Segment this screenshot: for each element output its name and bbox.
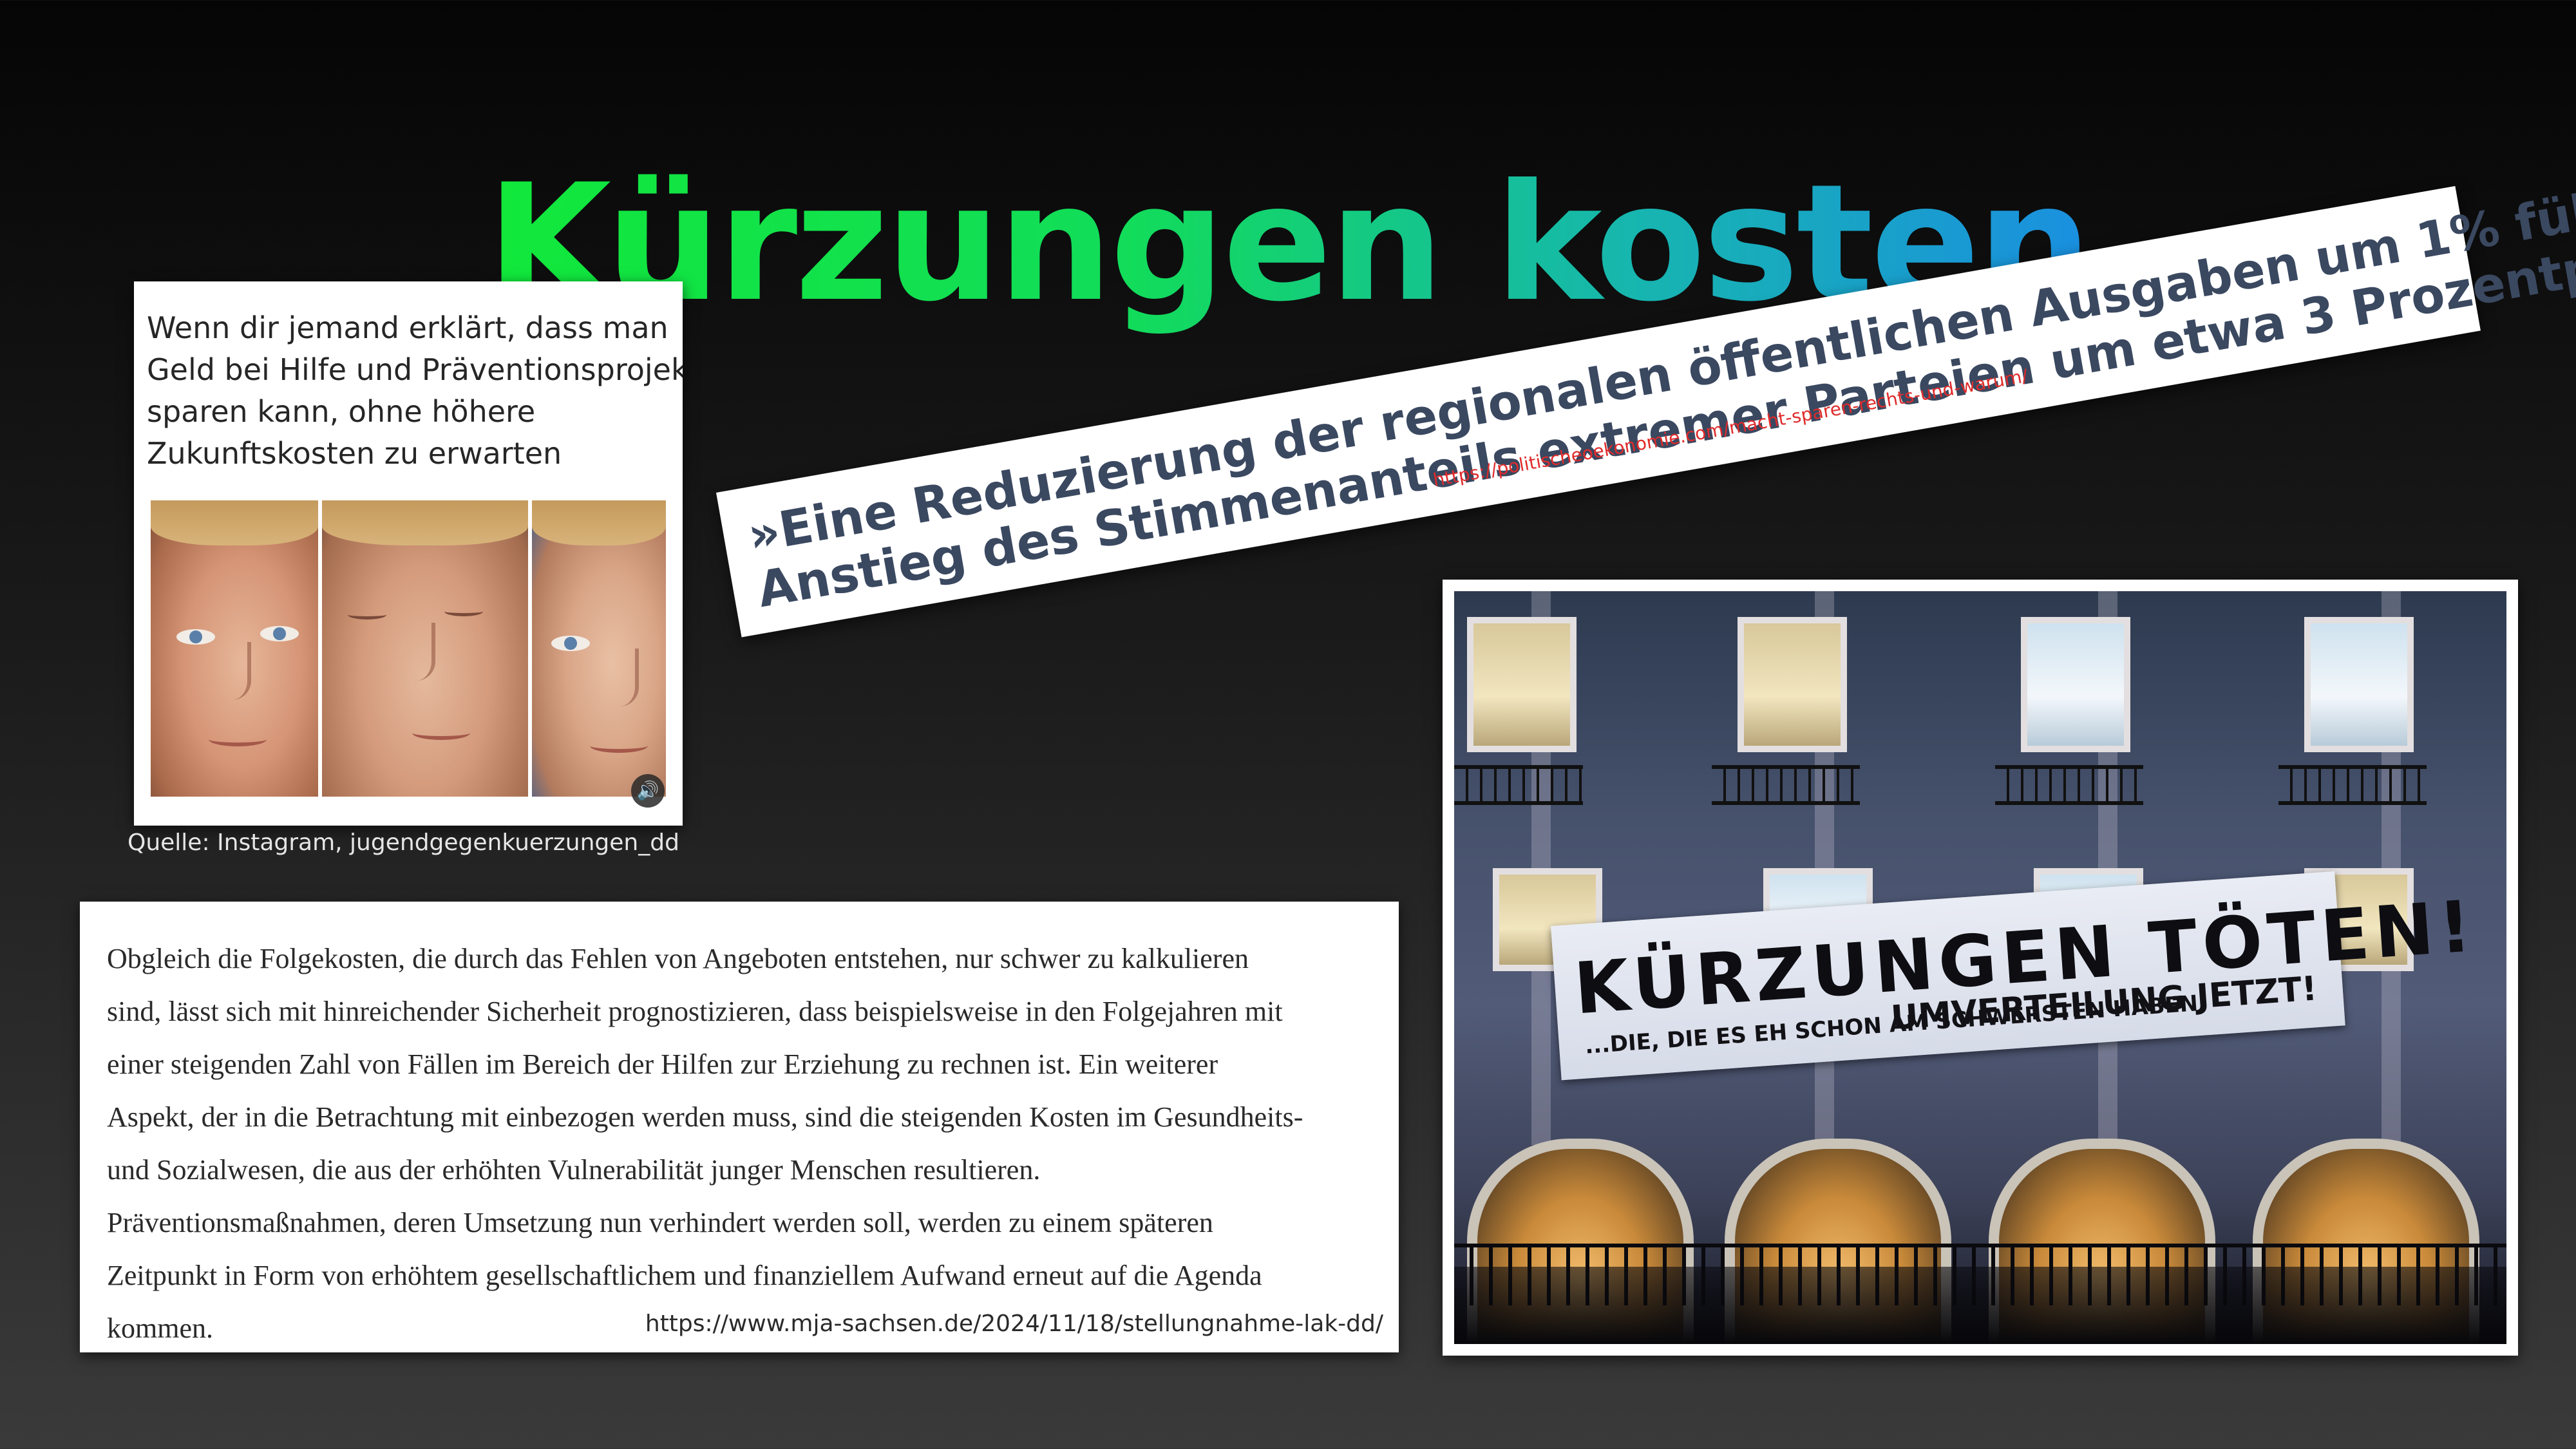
protest-photo-frame: KÜRZUNGEN TÖTEN! ...DIE, DIE ES EH SCHON… [1443,580,2518,1356]
meme-source-caption: Quelle: Instagram, jugendgegenkuerzungen… [128,829,679,856]
statement-line: und Sozialwesen, die aus der erhöhten Vu… [107,1154,1041,1186]
meme-caption-line: Zukunftskosten zu erwarten [147,436,562,471]
statement-line: sind, lässt sich mit hinreichender Siche… [107,996,1283,1027]
statement-line: Aspekt, der in die Betrachtung mit einbe… [107,1101,1303,1133]
face-frame-eyes-closed [322,500,528,797]
statement-source-link[interactable]: https://www.mja-sachsen.de/2024/11/18/st… [645,1311,1383,1337]
face-frame-eyes-open-again [531,500,666,797]
slide: Kürzungen kosten Wenn dir jemand erklärt… [0,0,2576,1449]
statement-excerpt: Obgleich die Folgekosten, die durch das … [80,902,1399,1352]
statement-line: Zeitpunkt in Form von erhöhtem gesellsch… [107,1260,1262,1291]
speaker-icon[interactable]: 🔊 [631,774,665,808]
meme-card: Wenn dir jemand erklärt, dass man Geld b… [134,281,683,826]
face-frame-eyes-open [151,500,319,797]
meme-caption-line: Wenn dir jemand erklärt, dass man [147,310,668,345]
meme-caption-line: Geld bei Hilfe und Präventionsprojekt [147,352,683,387]
protest-photo: KÜRZUNGEN TÖTEN! ...DIE, DIE ES EH SCHON… [1454,591,2506,1344]
statement-line: Obgleich die Folgekosten, die durch das … [107,943,1249,974]
protest-banner: KÜRZUNGEN TÖTEN! ...DIE, DIE ES EH SCHON… [1551,871,2479,1081]
statement-line: einer steigenden Zahl von Fällen im Bere… [107,1048,1218,1080]
statement-text: Obgleich die Folgekosten, die durch das … [107,933,1382,1355]
meme-caption-line: sparen kann, ohne höhere [147,394,536,429]
crowd-silhouettes [1454,1267,2506,1344]
statement-line: Präventionsmaßnahmen, deren Umsetzung nu… [107,1207,1213,1238]
meme-image-strip [151,500,666,797]
meme-caption: Wenn dir jemand erklärt, dass man Geld b… [147,307,683,475]
